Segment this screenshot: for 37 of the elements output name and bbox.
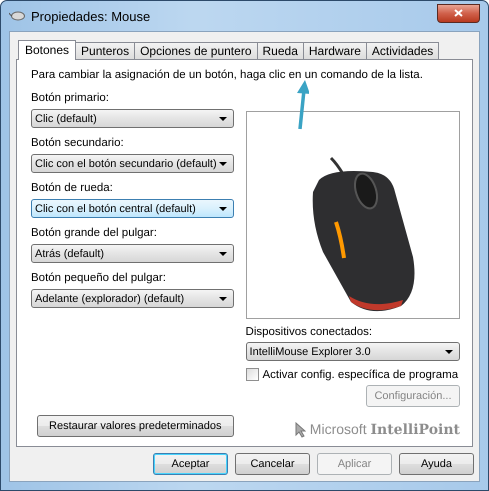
dropdown[interactable]: Adelante (explorador) (default) [31,289,234,308]
field-label: Botón primario: [31,91,110,106]
caret-icon [218,116,227,120]
dropdown[interactable]: Atrás (default) [31,244,234,263]
caret-icon [218,206,227,210]
dropdown[interactable]: Clic con el botón central (default) [31,199,234,218]
field-label: Botón secundario: [31,136,125,151]
caret-icon [218,162,227,166]
dropdown[interactable]: Clic (default) [31,109,234,128]
dialog-button[interactable]: Cancelar [235,453,310,475]
field-label: Botón pequeño del pulgar: [31,271,167,286]
caret-icon [218,252,227,256]
tab[interactable]: Hardware [302,42,367,59]
checkbox-label: Activar config. específica de programa [262,368,458,380]
dialog-button[interactable]: Ayuda [399,453,474,475]
instruction-text: Para cambiar la asignación de un botón, haga clic en un comando de la lista. [31,69,424,81]
dropdown[interactable]: IntelliMouse Explorer 3.0 [246,342,460,361]
dialog-button[interactable]: Aceptar [153,453,228,475]
tab[interactable]: Punteros [75,42,136,59]
close-button[interactable] [437,4,480,22]
brand-name: Microsoft IntelliPoint [310,421,460,438]
dropdown[interactable]: Clic con el botón secundario (default) [31,154,234,173]
tab[interactable]: Opciones de puntero [134,42,258,59]
field-label: Botón de rueda: [31,181,114,196]
tab[interactable]: Actividades [366,42,440,59]
devices-label: Dispositivos conectados: [246,325,374,340]
checkbox[interactable] [246,368,259,381]
window-title: Propiedades: Mouse [31,8,150,24]
cursor-icon [294,422,306,438]
mouse-icon [9,10,25,22]
caret-icon [445,350,453,354]
restore-defaults-button[interactable]: Restaurar valores predeterminados [37,415,234,437]
caret-icon [218,296,227,300]
tab[interactable]: Rueda [256,42,304,59]
close-icon [454,9,463,17]
tab[interactable]: Botones [18,40,76,60]
field-label: Botón grande del pulgar: [31,226,158,241]
